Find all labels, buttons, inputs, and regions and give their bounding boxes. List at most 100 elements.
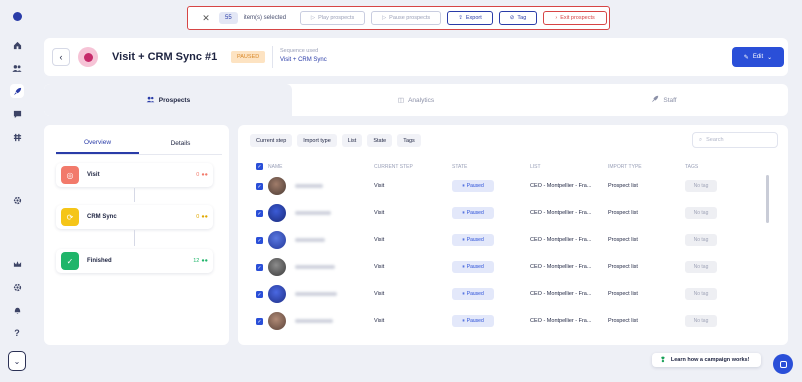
row-checkbox[interactable]: ✓ bbox=[256, 318, 263, 325]
table-row[interactable]: ✓ Visit ⏸ Paused CEO - Montpellier - Fra.… bbox=[238, 173, 788, 200]
filter-bar: Current step Import type List State Tags bbox=[250, 134, 421, 147]
export-button[interactable]: ⇪ Export bbox=[447, 11, 494, 25]
edit-label: Edit bbox=[752, 54, 764, 60]
home-icon[interactable] bbox=[10, 38, 24, 52]
state-badge: ⏸ Paused bbox=[452, 207, 494, 219]
tab-prospects[interactable]: Prospects bbox=[44, 84, 292, 116]
pause-label: Pause prospects bbox=[389, 15, 431, 21]
help-icon[interactable]: ? bbox=[10, 326, 24, 340]
import-type: Prospect list bbox=[608, 183, 638, 189]
filter-state[interactable]: State bbox=[367, 134, 393, 147]
table-header: ✓ NAME CURRENT STEP STATE LIST IMPORT TY… bbox=[238, 163, 788, 173]
edit-button[interactable]: ✎ Edit ⌄ bbox=[732, 47, 784, 67]
check-icon: ✓ bbox=[61, 252, 79, 270]
table-row[interactable]: ✓ Visit ⏸ Paused CEO - Montpellier - Fra.… bbox=[238, 308, 788, 335]
step-name: Visit bbox=[87, 172, 100, 178]
rocket-icon[interactable] bbox=[10, 84, 24, 98]
chevron-down-icon: ⌄ bbox=[767, 54, 773, 61]
avatar bbox=[268, 258, 286, 276]
sequence-link[interactable]: Visit + CRM Sync bbox=[280, 57, 327, 63]
filter-import-type[interactable]: Import type bbox=[297, 134, 337, 147]
pause-prospects-button[interactable]: ▷ Pause prospects bbox=[371, 11, 442, 25]
tab-details[interactable]: Details bbox=[139, 133, 222, 154]
table-scrollbar[interactable] bbox=[766, 175, 769, 223]
pause-icon: ⏸ bbox=[462, 210, 465, 216]
avatar bbox=[268, 312, 286, 330]
list-name: CEO - Montpellier - Fra... bbox=[530, 291, 592, 297]
state-badge: ⏸ Paused bbox=[452, 180, 494, 192]
step-finished[interactable]: ✓ Finished 12 ●● bbox=[56, 249, 213, 273]
tab-staff[interactable]: Staff bbox=[540, 84, 788, 116]
lightbulb-icon: ❢ bbox=[660, 357, 666, 364]
grid-icon[interactable] bbox=[10, 130, 24, 144]
people-icon: ●● bbox=[201, 258, 208, 264]
visit-icon: ◎ bbox=[61, 166, 79, 184]
import-type: Prospect list bbox=[608, 318, 638, 324]
step-visit[interactable]: ◎ Visit 0 ●● bbox=[56, 163, 213, 187]
logo-icon[interactable] bbox=[10, 9, 24, 23]
filter-tags[interactable]: Tags bbox=[397, 134, 421, 147]
tab-staff-label: Staff bbox=[663, 96, 677, 104]
settings-icon[interactable] bbox=[10, 193, 24, 207]
chart-icon: ◫ bbox=[397, 97, 405, 104]
gear-icon[interactable] bbox=[10, 280, 24, 294]
prospect-name-blurred bbox=[295, 238, 325, 242]
current-step: Visit bbox=[374, 318, 385, 324]
learn-label: Learn how a campaign works! bbox=[670, 357, 750, 363]
chat-icon[interactable] bbox=[10, 107, 24, 121]
list-name: CEO - Montpellier - Fra... bbox=[530, 318, 592, 324]
row-checkbox[interactable]: ✓ bbox=[256, 210, 263, 217]
step-crm-sync[interactable]: ⟳ CRM Sync 0 ●● bbox=[56, 205, 213, 229]
table-row[interactable]: ✓ Visit ⏸ Paused CEO - Montpellier - Fra.… bbox=[238, 254, 788, 281]
close-icon[interactable]: ✕ bbox=[199, 13, 213, 24]
play-prospects-button[interactable]: ▷ Play prospects bbox=[300, 11, 366, 25]
filter-current-step[interactable]: Current step bbox=[250, 134, 293, 147]
import-type: Prospect list bbox=[608, 237, 638, 243]
export-icon: ⇪ bbox=[458, 15, 463, 21]
play-icon: ▷ bbox=[310, 15, 316, 21]
tag-button[interactable]: ⊘ Tag bbox=[499, 11, 538, 25]
tag-badge: No tag bbox=[685, 315, 717, 327]
state-badge: ⏸ Paused bbox=[452, 315, 494, 327]
learn-campaign-link[interactable]: ❢ Learn how a campaign works! bbox=[652, 353, 761, 367]
exit-prospects-button[interactable]: › Exit prospects bbox=[543, 11, 608, 25]
filter-list[interactable]: List bbox=[341, 134, 363, 147]
table-row[interactable]: ✓ Visit ⏸ Paused CEO - Montpellier - Fra.… bbox=[238, 281, 788, 308]
crown-icon[interactable] bbox=[10, 257, 24, 271]
rocket-icon bbox=[651, 95, 659, 105]
col-list: LIST bbox=[530, 164, 541, 170]
selection-bar: ✕ 55 item(s) selected ▷ Play prospects ▷ P… bbox=[187, 6, 610, 30]
edit-pencil-icon: ✎ bbox=[743, 54, 749, 61]
col-current-step: CURRENT STEP bbox=[374, 164, 413, 170]
step-count: 0 ●● bbox=[196, 172, 208, 178]
search-icon: ⌕ bbox=[699, 136, 703, 143]
side-rail: ? ⌄ bbox=[0, 0, 34, 382]
tab-analytics[interactable]: ◫ Analytics bbox=[292, 84, 540, 116]
import-type: Prospect list bbox=[608, 210, 638, 216]
row-checkbox[interactable]: ✓ bbox=[256, 237, 263, 244]
back-button[interactable]: ‹ bbox=[52, 48, 70, 66]
table-row[interactable]: ✓ Visit ⏸ Paused CEO - Montpellier - Fra.… bbox=[238, 227, 788, 254]
row-checkbox[interactable]: ✓ bbox=[256, 291, 263, 298]
pause-icon: ⏸ bbox=[462, 291, 465, 297]
row-checkbox[interactable]: ✓ bbox=[256, 183, 263, 190]
search-input[interactable]: ⌕ Search bbox=[692, 132, 778, 148]
campaign-avatar bbox=[78, 47, 98, 67]
tab-analytics-label: Analytics bbox=[408, 96, 435, 104]
state-badge: ⏸ Paused bbox=[452, 261, 494, 273]
col-name: NAME bbox=[268, 164, 283, 170]
expand-icon[interactable]: ⌄ bbox=[8, 351, 26, 371]
select-all-checkbox[interactable]: ✓ bbox=[256, 163, 263, 170]
users-icon[interactable] bbox=[10, 61, 24, 75]
col-tags: TAGS bbox=[685, 164, 699, 170]
bell-icon[interactable] bbox=[10, 303, 24, 317]
table-row[interactable]: ✓ Visit ⏸ Paused CEO - Montpellier - Fra.… bbox=[238, 200, 788, 227]
page-title: Visit + CRM Sync #1 bbox=[112, 51, 218, 63]
pause-icon: ▷ bbox=[381, 15, 387, 21]
tab-overview[interactable]: Overview bbox=[56, 133, 139, 154]
col-import-type: IMPORT TYPE bbox=[608, 164, 642, 170]
row-checkbox[interactable]: ✓ bbox=[256, 264, 263, 271]
chat-button[interactable] bbox=[773, 354, 793, 374]
step-name: CRM Sync bbox=[87, 214, 117, 220]
current-step: Visit bbox=[374, 291, 385, 297]
